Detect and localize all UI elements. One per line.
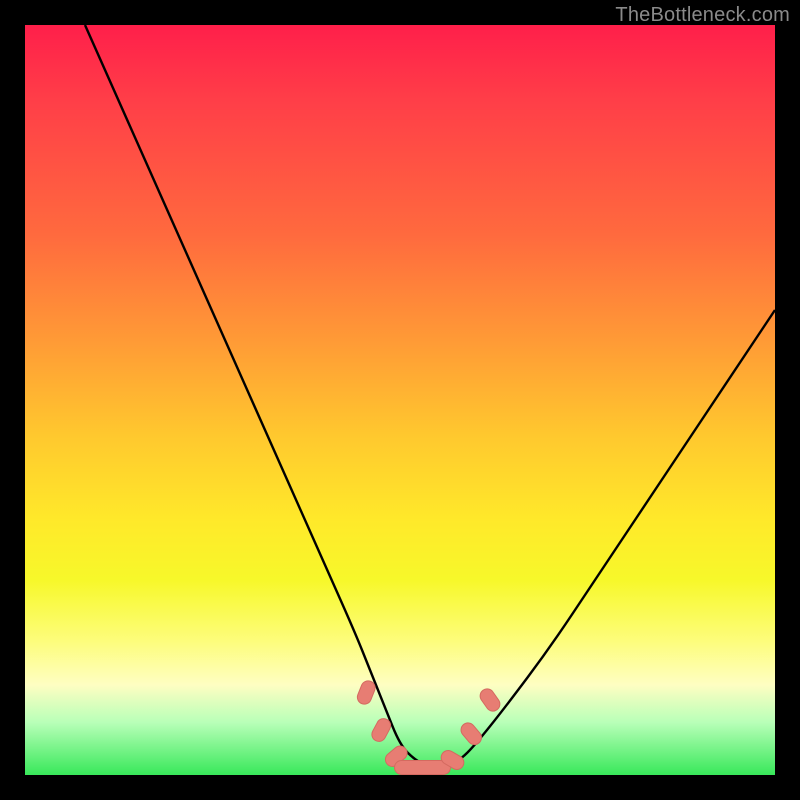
plot-area bbox=[25, 25, 775, 775]
curve-svg bbox=[25, 25, 775, 775]
curve-marker bbox=[395, 761, 451, 775]
curve-marker bbox=[477, 686, 502, 714]
curve-marker bbox=[458, 720, 484, 747]
v-curve bbox=[85, 25, 775, 768]
curve-markers bbox=[355, 679, 502, 775]
chart-frame: TheBottleneck.com bbox=[0, 0, 800, 800]
watermark-text: TheBottleneck.com bbox=[615, 4, 790, 27]
